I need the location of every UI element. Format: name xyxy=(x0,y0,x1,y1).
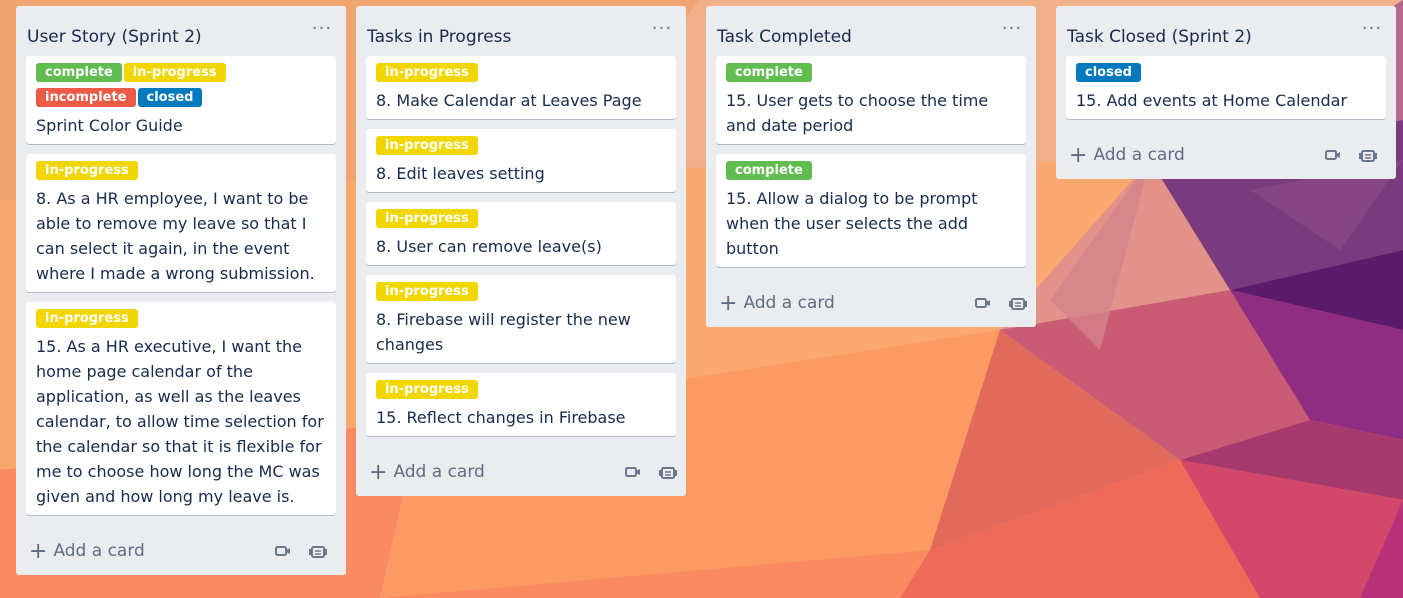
plus-icon: + xyxy=(719,291,738,316)
card-labels: in-progress xyxy=(376,380,666,405)
label-closed: closed xyxy=(137,88,203,107)
card-labels: complete xyxy=(726,161,1016,186)
card-labels: in-progress xyxy=(376,209,666,234)
card[interactable]: in-progress 8. User can remove leave(s) xyxy=(366,202,676,265)
label-in-progress: in-progress xyxy=(123,63,226,82)
list-header: Task Completed ··· xyxy=(706,6,1036,56)
video-camera-icon[interactable] xyxy=(1324,148,1344,164)
add-card-row: + Add a card xyxy=(16,525,346,575)
plus-icon: + xyxy=(29,539,48,564)
list-user-story: User Story (Sprint 2) ··· complete in-pro… xyxy=(16,6,346,575)
list-title[interactable]: Tasks in Progress xyxy=(367,25,511,49)
add-card-row: + Add a card xyxy=(356,446,686,496)
plus-icon: + xyxy=(1069,143,1088,168)
label-closed: closed xyxy=(1076,63,1141,82)
add-card-button[interactable]: + Add a card xyxy=(719,292,835,315)
add-card-row: + Add a card xyxy=(706,277,1036,327)
add-card-row: + Add a card xyxy=(1056,129,1396,179)
video-camera-icon[interactable] xyxy=(624,465,644,481)
list-title[interactable]: Task Completed xyxy=(717,25,852,49)
more-horizontal-icon[interactable]: ··· xyxy=(308,18,336,46)
video-camera-icon[interactable] xyxy=(274,544,294,560)
label-in-progress: in-progress xyxy=(376,380,478,399)
card[interactable]: in-progress 8. Firebase will register th… xyxy=(366,275,676,363)
add-card-label: Add a card xyxy=(393,462,485,482)
more-horizontal-icon[interactable]: ··· xyxy=(1358,18,1386,46)
card-title: 15. User gets to choose the time and dat… xyxy=(726,91,989,135)
card[interactable]: in-progress 8. Edit leaves setting xyxy=(366,129,676,192)
card-labels: closed xyxy=(1076,63,1376,88)
more-horizontal-icon[interactable]: ··· xyxy=(998,18,1026,46)
list-header: Tasks in Progress ··· xyxy=(356,6,686,56)
board: User Story (Sprint 2) ··· complete in-pro… xyxy=(0,0,1403,598)
list-title[interactable]: Task Closed (Sprint 2) xyxy=(1067,25,1252,49)
add-card-label: Add a card xyxy=(53,541,145,561)
label-complete: complete xyxy=(726,161,812,180)
card-title: 8. Make Calendar at Leaves Page xyxy=(376,91,642,110)
add-card-button[interactable]: + Add a card xyxy=(369,461,485,484)
card[interactable]: complete 15. User gets to choose the tim… xyxy=(716,56,1026,144)
add-card-button[interactable]: + Add a card xyxy=(1069,144,1185,167)
list-title[interactable]: User Story (Sprint 2) xyxy=(27,25,202,49)
card-template-icon[interactable] xyxy=(1359,148,1379,164)
card-labels: in-progress xyxy=(36,309,326,334)
card-title: 8. As a HR employee, I want to be able t… xyxy=(36,189,315,283)
card[interactable]: in-progress 8. As a HR employee, I want … xyxy=(26,154,336,292)
add-card-button[interactable]: + Add a card xyxy=(29,540,145,563)
label-in-progress: in-progress xyxy=(376,282,478,301)
card[interactable]: closed 15. Add events at Home Calendar xyxy=(1066,56,1386,119)
list-task-closed: Task Closed (Sprint 2) ··· closed 15. Ad… xyxy=(1056,6,1396,179)
label-in-progress: in-progress xyxy=(376,136,478,155)
plus-icon: + xyxy=(369,460,388,485)
video-camera-icon[interactable] xyxy=(974,296,994,312)
card-title: 15. As a HR executive, I want the home p… xyxy=(36,337,324,506)
card[interactable]: in-progress 15. As a HR executive, I wan… xyxy=(26,302,336,515)
more-horizontal-icon[interactable]: ··· xyxy=(648,18,676,46)
card-labels: complete xyxy=(726,63,1016,88)
label-in-progress: in-progress xyxy=(376,63,478,82)
card-title: 15. Add events at Home Calendar xyxy=(1076,91,1348,110)
list-header: User Story (Sprint 2) ··· xyxy=(16,6,346,56)
card-title: 8. Edit leaves setting xyxy=(376,164,545,183)
card[interactable]: complete 15. Allow a dialog to be prompt… xyxy=(716,154,1026,267)
card-labels: in-progress xyxy=(376,282,666,307)
card-list: in-progress 8. Make Calendar at Leaves P… xyxy=(356,56,686,436)
card-labels: complete in-progress incomplete closed xyxy=(36,63,326,113)
add-card-label: Add a card xyxy=(743,293,835,313)
card-template-icon[interactable] xyxy=(659,465,679,481)
card-list: complete 15. User gets to choose the tim… xyxy=(706,56,1036,267)
card-title: 15. Allow a dialog to be prompt when the… xyxy=(726,189,978,258)
card-template-icon[interactable] xyxy=(309,544,329,560)
card-list: complete in-progress incomplete closed Spri… xyxy=(16,56,346,515)
label-complete: complete xyxy=(726,63,812,82)
label-complete: complete xyxy=(36,63,122,82)
card-title: 15. Reflect changes in Firebase xyxy=(376,408,626,427)
card[interactable]: complete in-progress incomplete closed Spri… xyxy=(26,56,336,144)
card-title: 8. Firebase will register the new change… xyxy=(376,310,631,354)
add-card-label: Add a card xyxy=(1093,145,1185,165)
label-in-progress: in-progress xyxy=(376,209,478,228)
list-tasks-in-progress: Tasks in Progress ··· in-progress 8. Mak… xyxy=(356,6,686,496)
list-task-completed: Task Completed ··· complete 15. User get… xyxy=(706,6,1036,327)
card-title: 8. User can remove leave(s) xyxy=(376,237,602,256)
card[interactable]: in-progress 15. Reflect changes in Fireb… xyxy=(366,373,676,436)
card-labels: in-progress xyxy=(36,161,326,186)
label-incomplete: incomplete xyxy=(36,88,136,107)
card-labels: in-progress xyxy=(376,136,666,161)
card-template-icon[interactable] xyxy=(1009,296,1029,312)
card-title: Sprint Color Guide xyxy=(36,116,183,135)
card-list: closed 15. Add events at Home Calendar xyxy=(1056,56,1396,119)
label-in-progress: in-progress xyxy=(36,161,138,180)
card-labels: in-progress xyxy=(376,63,666,88)
label-in-progress: in-progress xyxy=(36,309,138,328)
card[interactable]: in-progress 8. Make Calendar at Leaves P… xyxy=(366,56,676,119)
list-header: Task Closed (Sprint 2) ··· xyxy=(1056,6,1396,56)
